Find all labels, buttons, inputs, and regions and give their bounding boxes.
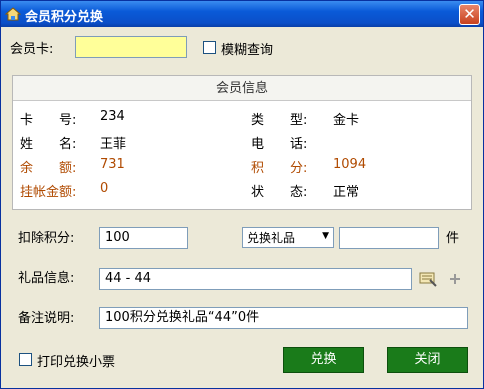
close-button[interactable]: 关闭 — [387, 347, 468, 373]
window-title: 会员积分兑换 — [25, 10, 104, 25]
status-label: 状 态: — [251, 185, 308, 200]
add-icon[interactable] — [449, 273, 461, 285]
credit-label: 挂帐金额: — [20, 185, 77, 200]
card-no-label: 卡 号: — [20, 113, 77, 128]
note-input[interactable]: 100积分兑换礼品“44”0件 — [99, 307, 468, 329]
dialog-body: 会员卡: 模糊查询 会员信息 卡 号: 234 类 型: 金卡 姓 名: 王菲 … — [4, 28, 480, 386]
deduct-points-label: 扣除积分: — [18, 231, 75, 246]
print-receipt-checkbox[interactable] — [19, 353, 32, 366]
gift-picker-icon[interactable] — [419, 271, 437, 287]
card-input[interactable] — [75, 36, 187, 58]
card-label: 会员卡: — [10, 42, 54, 57]
home-icon — [5, 7, 21, 21]
quantity-unit: 件 — [446, 231, 460, 246]
points-value: 1094 — [333, 157, 367, 172]
redeem-method-select[interactable]: 兑换礼品 ▼ — [242, 227, 334, 248]
title-bar[interactable]: 会员积分兑换 ✕ — [1, 1, 483, 27]
quantity-input[interactable] — [339, 227, 439, 249]
credit-value: 0 — [100, 181, 109, 196]
status-value: 正常 — [333, 185, 360, 200]
redeem-method-value: 兑换礼品 — [247, 231, 296, 245]
type-value: 金卡 — [333, 113, 360, 128]
gift-info-input[interactable]: 44 - 44 — [99, 268, 412, 290]
redeem-button[interactable]: 兑换 — [283, 347, 364, 373]
close-icon[interactable]: ✕ — [459, 4, 480, 25]
print-receipt-label: 打印兑换小票 — [37, 355, 116, 370]
fuzzy-search-label: 模糊查询 — [221, 43, 274, 58]
balance-value: 731 — [100, 157, 125, 172]
name-label: 姓 名: — [20, 137, 77, 152]
note-label: 备注说明: — [18, 311, 75, 326]
gift-info-label: 礼品信息: — [18, 271, 75, 286]
name-value: 王菲 — [100, 137, 127, 152]
balance-label: 余 额: — [20, 161, 77, 176]
type-label: 类 型: — [251, 113, 308, 128]
fuzzy-search-checkbox[interactable] — [203, 41, 216, 54]
chevron-down-icon: ▼ — [322, 231, 329, 241]
deduct-points-input[interactable]: 100 — [99, 227, 188, 249]
member-info-header: 会员信息 — [13, 76, 471, 101]
card-no-value: 234 — [100, 109, 125, 124]
dialog-window: 会员积分兑换 ✕ 会员卡: 模糊查询 会员信息 卡 号: 234 类 型: 金卡… — [0, 0, 484, 389]
member-info-panel: 会员信息 卡 号: 234 类 型: 金卡 姓 名: 王菲 电 话: 余 额: … — [12, 75, 472, 210]
points-label: 积 分: — [251, 161, 308, 176]
phone-label: 电 话: — [251, 137, 308, 152]
